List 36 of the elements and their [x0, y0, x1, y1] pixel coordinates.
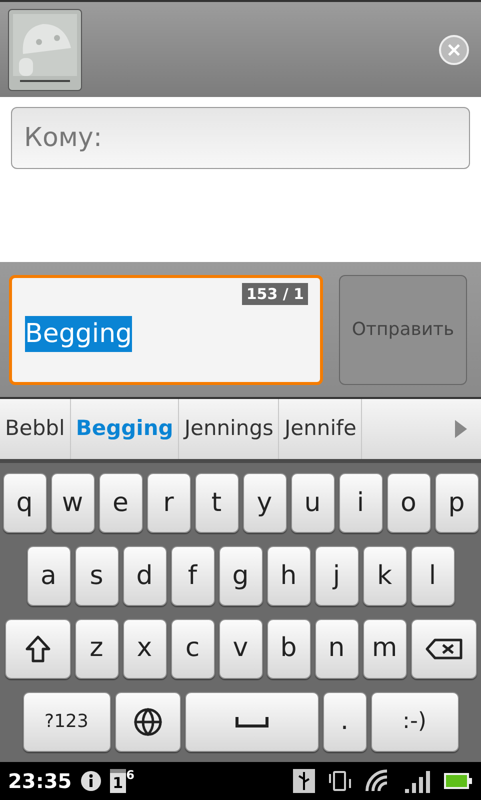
key[interactable]: b	[266, 618, 310, 679]
key[interactable]: g	[218, 546, 262, 606]
key[interactable]: t	[194, 473, 238, 534]
key[interactable]: f	[170, 546, 214, 606]
key[interactable]: n	[314, 618, 358, 679]
key[interactable]: z	[74, 618, 118, 679]
key[interactable]: d	[122, 546, 166, 606]
key[interactable]: s	[74, 546, 118, 606]
key[interactable]: y	[242, 473, 286, 534]
key[interactable]: e	[98, 473, 142, 534]
key[interactable]: v	[218, 618, 262, 679]
key[interactable]: c	[170, 618, 214, 679]
key[interactable]: o	[386, 473, 430, 534]
key[interactable]: i	[338, 473, 382, 534]
calendar-notification: 1	[110, 769, 126, 793]
smiley-key[interactable]: :-)	[370, 692, 458, 752]
key[interactable]: r	[146, 473, 190, 534]
key[interactable]: a	[26, 546, 70, 606]
clock: 23:35	[8, 768, 72, 795]
key[interactable]: h	[266, 546, 310, 606]
key[interactable]: p	[434, 473, 478, 534]
notification-count: 6	[126, 769, 134, 781]
key[interactable]: w	[50, 473, 94, 534]
key[interactable]: k	[362, 546, 406, 606]
message-text: Begging	[25, 316, 132, 352]
key[interactable]: x	[122, 618, 166, 679]
character-counter: 153 / 1	[242, 282, 308, 305]
key[interactable]: q	[2, 473, 46, 534]
key[interactable]: l	[410, 546, 454, 606]
recipient-field[interactable]: Кому:	[11, 107, 470, 169]
key[interactable]: j	[314, 546, 358, 606]
key[interactable]: u	[290, 473, 334, 534]
symbols-key[interactable]: ?123	[22, 692, 110, 752]
key[interactable]: .	[322, 692, 366, 752]
key[interactable]: m	[362, 618, 406, 679]
message-field[interactable]: Begging 153 / 1	[9, 274, 323, 384]
